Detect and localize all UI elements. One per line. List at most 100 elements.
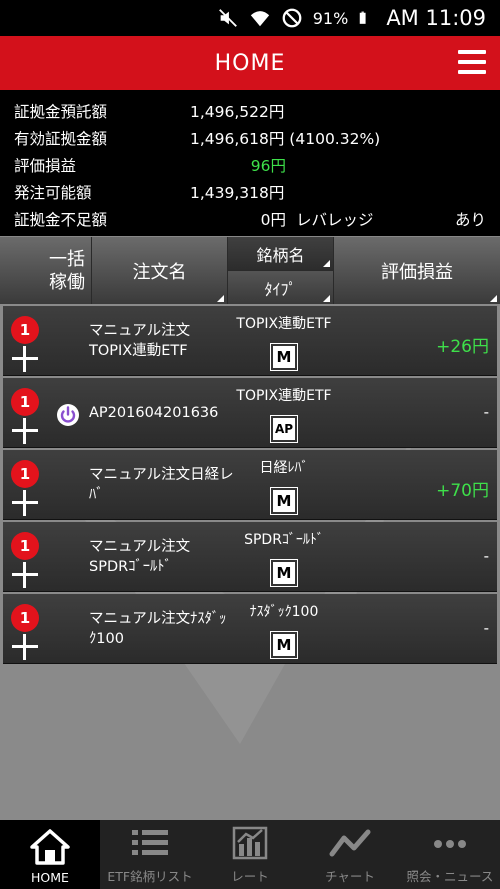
column-type-label: ﾀｲﾌﾟ <box>264 280 297 299</box>
do-not-disturb-icon <box>282 8 302 28</box>
nav-home[interactable]: HOME <box>0 820 100 889</box>
summary-row-orderable: 発注可能額 1,439,318円 <box>0 177 500 204</box>
orderable-label: 発注可能額 <box>14 184 92 202</box>
order-name-line2: SPDRｺﾞｰﾙﾄﾞ <box>89 559 172 575</box>
summary-row-effective-margin: 有効証拠金額 1,496,618円 (4100.32%) <box>0 123 500 150</box>
sort-triangle-icon <box>323 260 330 267</box>
valuation-pl: - <box>483 547 489 565</box>
summary-row-shortfall: 証拠金不足額 0円 レバレッジ あり <box>0 204 500 231</box>
bar-chart-icon <box>232 826 268 860</box>
column-valuation-pl-label: 評価損益 <box>381 262 453 283</box>
valuation-label: 評価損益 <box>14 157 77 175</box>
effective-margin-label: 有効証拠金額 <box>14 130 108 148</box>
home-icon <box>30 829 70 865</box>
valuation-pl: +26円 <box>436 337 489 357</box>
valuation-pl: - <box>483 403 489 421</box>
order-name: マニュアル注文 TOPIX連動ETF <box>89 321 190 361</box>
add-icon[interactable] <box>12 346 38 372</box>
sort-triangle-icon <box>217 295 224 302</box>
order-type-badge: M <box>271 344 297 370</box>
summary-row-valuation: 評価損益 96円 <box>0 150 500 177</box>
order-name: AP201604201636 <box>89 403 218 423</box>
margin-deposit-label: 証拠金預託額 <box>14 103 108 121</box>
nav-inquiry-news-label: 照会・ニュース <box>406 869 494 884</box>
account-summary: 証拠金預託額 1,496,522円 有効証拠金額 1,496,618円 (410… <box>0 90 500 236</box>
mute-icon <box>218 9 237 27</box>
column-bulk-run[interactable]: 一括 稼働 <box>0 237 92 305</box>
nav-etf-list-label: ETF銘柄リスト <box>107 869 193 884</box>
add-icon[interactable] <box>12 418 38 444</box>
leverage-value: あり <box>454 211 486 229</box>
line-chart-icon <box>329 829 371 857</box>
battery-percent: 91% <box>312 8 349 28</box>
column-symbol[interactable]: 銘柄名 <box>228 237 333 271</box>
column-order-name[interactable]: 注文名 <box>92 237 228 305</box>
sort-triangle-icon <box>490 295 497 302</box>
column-valuation-pl[interactable]: 評価損益 <box>334 237 500 305</box>
order-name-line2: TOPIX連動ETF <box>89 343 188 359</box>
order-row[interactable]: 1 マニュアル注文 TOPIX連動ETF TOPIX連動ETF M +26円 <box>3 306 497 376</box>
symbol-name: ﾅｽﾀﾞｯｸ100 <box>249 604 319 620</box>
nav-chart-label: チャート <box>325 869 375 884</box>
order-list[interactable]: 1 マニュアル注文 TOPIX連動ETF TOPIX連動ETF M +26円 1… <box>0 304 500 820</box>
symbol-name: TOPIX連動ETF <box>236 316 332 332</box>
order-count-badge: 1 <box>11 316 39 344</box>
order-row[interactable]: 1 マニュアル注文日経レ ﾊﾞ 日経ﾚﾊﾞ M +70円 <box>3 450 497 520</box>
valuation-value: 96円 <box>250 157 286 175</box>
wifi-icon <box>250 11 269 27</box>
add-icon[interactable] <box>12 634 38 660</box>
hamburger-menu-icon[interactable] <box>458 47 486 77</box>
order-row[interactable]: 1 AP201604201636 TOPIX連動ETF AP - <box>3 378 497 448</box>
column-type[interactable]: ﾀｲﾌﾟ <box>228 271 333 305</box>
order-type-badge: AP <box>271 416 297 442</box>
nav-home-label: HOME <box>31 870 69 885</box>
battery-icon <box>360 11 366 24</box>
sort-triangle-icon <box>323 295 330 302</box>
order-name-line2: ﾊﾞ <box>89 487 104 503</box>
page-title: HOME <box>214 50 286 76</box>
order-name-line1: マニュアル注文 <box>89 539 191 555</box>
orderable-value: 1,439,318円 <box>190 184 285 202</box>
status-bar: 91% AM 11:09 <box>0 0 500 36</box>
symbol-name: TOPIX連動ETF <box>236 388 332 404</box>
nav-rate[interactable]: レート <box>200 820 300 889</box>
column-symbol-type: 銘柄名 ﾀｲﾌﾟ <box>228 237 334 305</box>
symbol-name: SPDRｺﾞｰﾙﾄﾞ <box>244 532 324 548</box>
order-name-line1: AP201604201636 <box>89 405 219 421</box>
power-icon[interactable] <box>56 403 80 427</box>
nav-rate-label: レート <box>231 869 269 884</box>
column-bulk-run-line2: 稼働 <box>49 272 85 293</box>
add-icon[interactable] <box>12 562 38 588</box>
app-header: HOME <box>0 36 500 90</box>
order-name-line2: ｸ100 <box>89 631 124 647</box>
nav-inquiry-news[interactable]: 照会・ニュース <box>400 820 500 889</box>
shortfall-label: 証拠金不足額 <box>14 211 108 229</box>
nav-chart[interactable]: チャート <box>300 820 400 889</box>
effective-margin-value: 1,496,618円 (4100.32%) <box>190 130 381 148</box>
order-row[interactable]: 1 マニュアル注文ﾅｽﾀﾞｯ ｸ100 ﾅｽﾀﾞｯｸ100 M - <box>3 594 497 664</box>
table-header: 一括 稼働 注文名 銘柄名 ﾀｲﾌﾟ 評価損益 <box>0 236 500 305</box>
order-name-line1: マニュアル注文日経レ <box>89 467 234 483</box>
order-type-badge: M <box>271 632 297 658</box>
list-icon <box>132 830 168 855</box>
column-symbol-label: 銘柄名 <box>256 245 305 265</box>
valuation-pl: +70円 <box>436 481 489 501</box>
add-icon[interactable] <box>12 490 38 516</box>
column-order-name-label: 注文名 <box>132 262 187 283</box>
valuation-pl: - <box>483 619 489 637</box>
order-count-badge: 1 <box>11 532 39 560</box>
order-count-badge: 1 <box>11 604 39 632</box>
shortfall-value: 0円 <box>260 211 286 229</box>
order-count-badge: 1 <box>11 388 39 416</box>
bottom-navigation: HOME ETF銘柄リスト レート チャート 照会・ニュース <box>0 820 500 889</box>
order-name: マニュアル注文日経レ ﾊﾞ <box>89 465 234 505</box>
summary-row-margin-deposit: 証拠金預託額 1,496,522円 <box>0 96 500 123</box>
order-name: マニュアル注文 SPDRｺﾞｰﾙﾄﾞ <box>89 537 190 577</box>
order-type-badge: M <box>271 560 297 586</box>
nav-etf-list[interactable]: ETF銘柄リスト <box>100 820 200 889</box>
order-row[interactable]: 1 マニュアル注文 SPDRｺﾞｰﾙﾄﾞ SPDRｺﾞｰﾙﾄﾞ M - <box>3 522 497 592</box>
clock: AM 11:09 <box>386 6 486 30</box>
leverage-label: レバレッジ <box>296 211 374 229</box>
symbol-name: 日経ﾚﾊﾞ <box>259 460 309 476</box>
order-count-badge: 1 <box>11 460 39 488</box>
